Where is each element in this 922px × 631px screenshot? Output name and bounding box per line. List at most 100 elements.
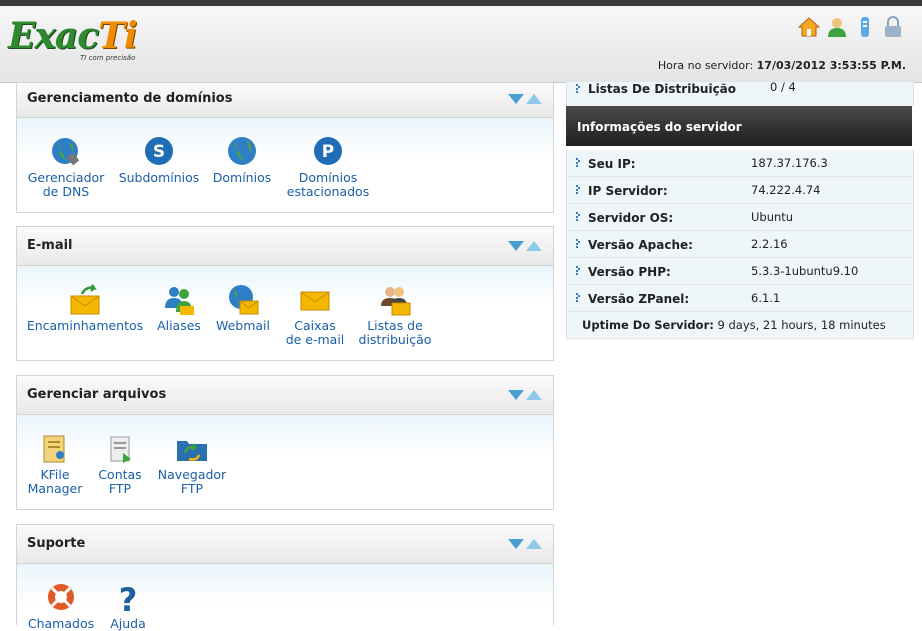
support-panel-header: Suporte [17,525,553,564]
parked-domains-label-1: Domínios [298,170,358,185]
info-key: Servidor OS: [588,211,674,225]
domains-panel-header: Gerenciamento de domínios [17,83,553,118]
collapse-toggle-icon[interactable] [508,388,542,402]
home-icon[interactable] [798,16,820,38]
server-time-value: 17/03/2012 3:53:55 P.M. [756,59,906,72]
file-manager-label-2: Manager [27,481,83,496]
dns-manager-label-2: de DNS [42,184,90,199]
lifebuoy-icon [48,584,74,610]
info-value: Ubuntu [751,210,794,224]
key-icon[interactable] [854,16,876,38]
collapse-toggle-icon[interactable] [508,92,542,106]
ftp-accounts-label-1: Contas [98,467,142,482]
email-panel-title: E-mail [27,238,73,253]
info-key: IP Servidor: [588,184,668,198]
distribution-list-icon [381,287,411,316]
dns-manager-item[interactable]: Gerenciador de DNS [27,136,105,199]
collapse-toggle-icon[interactable] [508,239,542,253]
user-icon[interactable] [826,16,848,38]
server-info-table: Seu IP: 187.37.176.3 IP Servidor: 74.222… [566,150,914,339]
files-panel-body: KFile Manager Contas FTP Navegador FTP [17,415,553,509]
distribution-lists-item[interactable]: Listas de distribuição [355,284,435,347]
info-row-seu-ip: Seu IP: 187.37.176.3 [567,150,913,177]
info-value: 74.222.4.74 [751,183,821,197]
parked-domains-label-2: estacionados [286,184,370,199]
email-panel-header: E-mail [17,227,553,266]
bullet-icon [576,185,580,194]
info-key: Seu IP: [588,157,636,171]
forwarders-label: Encaminhamentos [26,318,144,333]
domains-item[interactable]: Domínios [211,136,273,185]
files-panel: Gerenciar arquivos KFile Manager Contas FT… [16,375,554,510]
dns-manager-label-1: Gerenciador [27,170,105,185]
aliases-label: Aliases [157,318,201,333]
logo-text: Exac [8,15,99,57]
logo[interactable]: ExacTi TI com precisão [8,15,138,62]
domains-label: Domínios [212,170,272,185]
logo-ti: Ti [98,15,137,57]
question-icon: ? [119,582,138,614]
info-row-uptime: Uptime Do Servidor: 9 days, 21 hours, 18… [567,312,913,339]
aliases-icon [165,287,194,315]
svg-text:?: ? [119,582,138,614]
subdomains-label: Subdomínios [118,170,200,185]
ftp-accounts-item[interactable]: Contas FTP [93,433,147,496]
email-panel-body: Encaminhamentos Aliases Webmail Caixas de… [17,266,553,360]
ftp-browser-icon [177,441,207,461]
distribution-lists-value: 0 / 4 [770,80,796,94]
bullet-icon [576,158,580,167]
info-key: Versão ZPanel: [588,292,690,306]
webmail-item[interactable]: Webmail [213,284,273,333]
parked-domains-item[interactable]: P Domínios estacionados [283,136,373,199]
info-row-php: Versão PHP: 5.3.3-1ubuntu9.10 [567,258,913,285]
distribution-lists-stat: Listas De Distribuição 0 / 4 [566,80,914,106]
info-row-servidor-os: Servidor OS: Ubuntu [567,204,913,231]
info-row-ip-servidor: IP Servidor: 74.222.4.74 [567,177,913,204]
subdomain-s-icon: S [145,137,173,165]
lock-icon[interactable] [882,16,904,38]
bullet-icon [576,293,580,302]
collapse-toggle-icon[interactable] [508,537,542,551]
server-time: Hora no servidor: 17/03/2012 3:53:55 P.M… [658,59,906,72]
mailbox-icon [300,291,330,311]
globe-icon [228,137,256,165]
info-value: 5.3.3-1ubuntu9.10 [751,264,859,278]
parked-p-icon: P [314,137,342,165]
mailboxes-item[interactable]: Caixas de e-mail [283,284,347,347]
bullet-icon [576,84,580,93]
forward-mail-icon [70,284,100,315]
server-info-title: Informações do servidor [577,120,742,134]
header: ExacTi TI com precisão Hora no servidor:… [0,6,922,83]
info-value: 187.37.176.3 [751,156,828,170]
dns-globe-icon [52,138,80,166]
info-key: Versão Apache: [588,238,693,252]
file-manager-icon [43,435,65,463]
support-panel-title: Suporte [27,536,86,551]
server-info-header: Informações do servidor [566,106,912,146]
bullet-icon [576,266,580,275]
uptime-label: Uptime Do Servidor: [582,318,714,332]
domains-panel-body: Gerenciador de DNS S Subdomínios Domínios… [17,118,553,212]
ftp-browser-item[interactable]: Navegador FTP [155,433,229,496]
webmail-icon [229,285,259,315]
aliases-item[interactable]: Aliases [153,284,205,333]
ftp-browser-label-1: Navegador [157,467,227,482]
info-value: 2.2.16 [751,237,788,251]
header-icons [798,16,904,38]
ftp-accounts-icon [110,436,131,463]
support-panel: Suporte Chamados ? Ajuda [16,524,554,631]
info-row-apache: Versão Apache: 2.2.16 [567,231,913,258]
file-manager-item[interactable]: KFile Manager [23,433,87,496]
files-panel-header: Gerenciar arquivos [17,376,553,415]
svg-text:S: S [153,142,165,162]
distribution-lists-label: Listas De Distribuição [588,82,737,96]
ftp-accounts-label-2: FTP [108,481,132,496]
bullet-icon [576,212,580,221]
email-panel: E-mail Encaminhamentos Aliases Webmail C… [16,226,554,361]
domains-panel: Gerenciamento de domínios Gerenciador de … [16,82,554,213]
uptime-value: 9 days, 21 hours, 18 minutes [713,318,886,332]
subdomains-item[interactable]: S Subdomínios [117,136,201,185]
bullet-icon [576,239,580,248]
forwarders-item[interactable]: Encaminhamentos [25,284,145,333]
ftp-browser-label-2: FTP [180,481,204,496]
